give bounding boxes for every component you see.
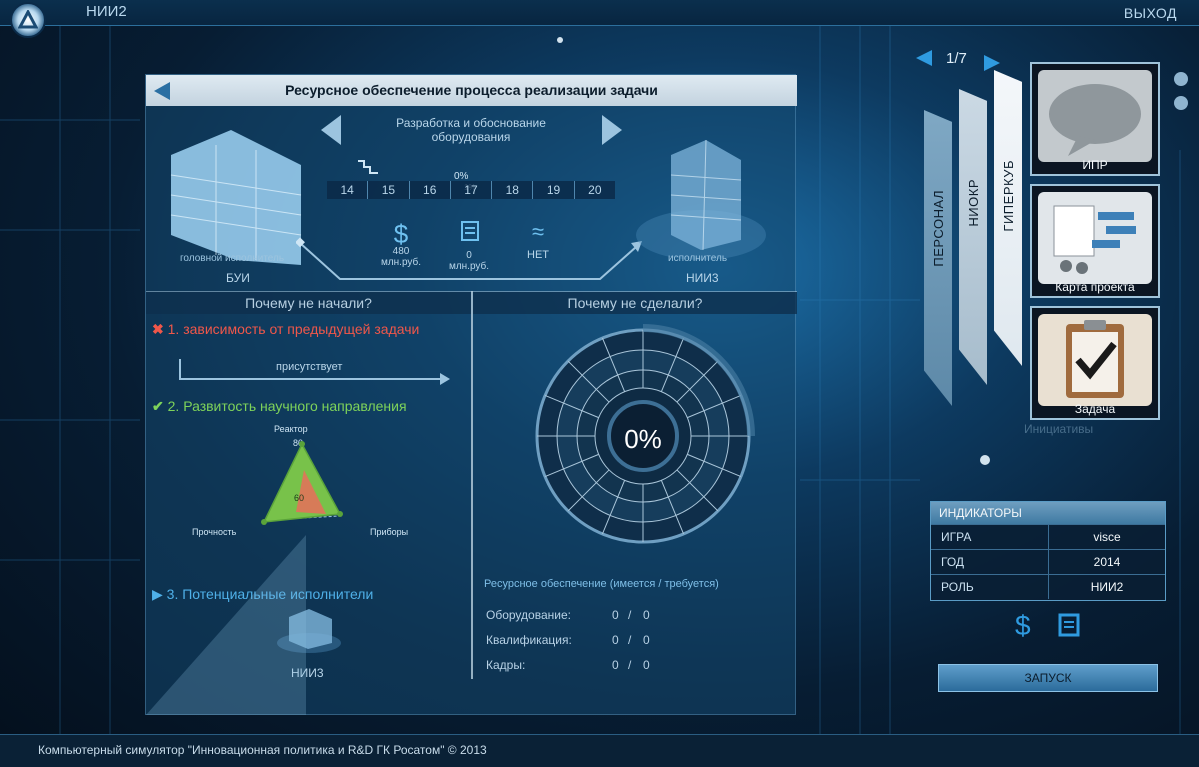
money-icon[interactable]: $ xyxy=(1015,610,1031,642)
resource-separator: / xyxy=(628,633,632,647)
prev-page-icon[interactable] xyxy=(916,50,932,66)
resource-label: Квалификация: xyxy=(486,633,572,647)
check-icon: ✔ xyxy=(152,398,164,414)
resource-label: Оборудование: xyxy=(486,608,571,622)
card-project-map[interactable]: Карта проекта xyxy=(1030,184,1160,298)
resource-label: Кадры: xyxy=(486,658,526,672)
tab-niokr[interactable]: НИОКР xyxy=(959,89,987,385)
reason-2[interactable]: ✔ 2. Развитость научного направления xyxy=(152,398,407,415)
why-not-done-heading: Почему не сделали? xyxy=(567,295,703,311)
dependency-note: присутствует xyxy=(276,361,343,373)
task-panel: Ресурсное обеспечение процесса реализаци… xyxy=(145,74,797,715)
clipboard-check-icon xyxy=(1038,314,1152,406)
timeline-tick: 18 xyxy=(492,181,534,199)
indicators-panel: ИНДИКАТОРЫ ИГРА visce ГОД 2014 РОЛЬ НИИ2 xyxy=(930,501,1166,601)
tab-hypercube[interactable]: ГИПЕРКУБ xyxy=(994,70,1022,366)
app-title: НИИ2 xyxy=(86,3,127,20)
next-page-icon[interactable] xyxy=(984,55,1000,71)
resource-need: 0 xyxy=(643,633,650,647)
dot-icon[interactable] xyxy=(1174,72,1188,86)
resource-need: 0 xyxy=(643,608,650,622)
footer-copyright: Компьютерный симулятор "Инновационная по… xyxy=(38,743,487,757)
next-task-icon[interactable] xyxy=(602,115,622,145)
radar-axis-top: Реактор xyxy=(274,424,308,434)
gantt-chart-icon xyxy=(1038,192,1152,284)
tab-personnel[interactable]: ПЕРСОНАЛ xyxy=(924,110,952,406)
reason-1[interactable]: ✖ 1. зависимость от предыдущей задачи xyxy=(152,321,419,338)
timeline-tick: 16 xyxy=(410,181,451,199)
panel-title: Ресурсное обеспечение процесса реализаци… xyxy=(285,82,658,98)
indicator-value: НИИ2 xyxy=(1090,580,1124,594)
contractor-building-icon xyxy=(636,139,766,260)
radar-tick-60: 60 xyxy=(294,493,305,503)
resource-need: 0 xyxy=(643,658,650,672)
indicator-row: ГОД 2014 xyxy=(931,549,1165,574)
launch-button[interactable]: ЗАПУСК xyxy=(938,664,1158,692)
resource-have: 0 xyxy=(612,633,619,647)
indicator-value: visce xyxy=(1093,530,1121,544)
panel-corner-decor xyxy=(146,535,306,715)
resource-separator: / xyxy=(628,658,632,672)
exit-button[interactable]: ВЫХОД xyxy=(1124,5,1177,21)
indicator-value: 2014 xyxy=(1093,555,1121,569)
head-contractor-name: БУИ xyxy=(226,271,250,285)
gauge-value: 0% xyxy=(624,424,662,454)
timeline-tick: 19 xyxy=(533,181,575,199)
card-task[interactable]: Задача xyxy=(1030,306,1160,420)
cross-icon: ✖ xyxy=(152,321,164,337)
radar-axis-right: Приборы xyxy=(370,527,409,537)
contractor-role: исполнитель xyxy=(668,253,728,264)
footer: Компьютерный симулятор "Инновационная по… xyxy=(0,734,1199,767)
building-icon xyxy=(170,130,302,265)
top-bar: НИИ2 ВЫХОД xyxy=(0,0,1199,38)
resources-caption: Ресурсное обеспечение (имеется / требует… xyxy=(484,578,719,590)
indicators-title: ИНДИКАТОРЫ xyxy=(931,502,1165,524)
connection-line xyxy=(296,237,642,280)
steps-icon xyxy=(358,160,378,174)
timeline-tick: 20 xyxy=(588,183,602,197)
indicators-rows: ИГРА visce ГОД 2014 РОЛЬ НИИ2 xyxy=(931,524,1165,599)
resource-have: 0 xyxy=(612,608,619,622)
radar-chart xyxy=(261,441,343,525)
indicator-key: ГОД xyxy=(931,550,1049,574)
card-ipr[interactable]: ИПР xyxy=(1030,62,1160,176)
timeline-tick: 15 xyxy=(368,181,410,199)
timeline: 14 15 16 17 18 19 20 xyxy=(327,181,615,199)
resource-have: 0 xyxy=(612,658,619,672)
indicator-key: РОЛЬ xyxy=(931,575,1049,599)
timeline-tick: 14 xyxy=(327,181,369,199)
indicator-key: ИГРА xyxy=(931,525,1049,549)
task-name: Разработка и обоснование оборудования xyxy=(396,116,546,144)
contract-icon[interactable] xyxy=(1050,612,1084,640)
head-contractor-role: головной исполнитель xyxy=(180,253,285,264)
panel-header: Ресурсное обеспечение процесса реализаци… xyxy=(146,75,797,106)
initiatives-ghost-label: Инициативы xyxy=(1024,422,1094,436)
resource-separator: / xyxy=(628,608,632,622)
speech-bubble-icon xyxy=(1038,70,1152,162)
dot-icon[interactable] xyxy=(1174,96,1188,110)
indicator-row: ИГРА visce xyxy=(931,524,1165,549)
indicator-row: РОЛЬ НИИ2 xyxy=(931,574,1165,599)
prev-task-icon[interactable] xyxy=(321,115,341,145)
why-not-started-heading: Почему не начали? xyxy=(245,295,372,311)
column-divider xyxy=(471,291,473,679)
logo-icon xyxy=(10,2,46,38)
contractor-name: НИИ3 xyxy=(686,271,719,285)
pager: 1/7 xyxy=(946,50,967,67)
timeline-tick: 17 xyxy=(451,181,493,199)
